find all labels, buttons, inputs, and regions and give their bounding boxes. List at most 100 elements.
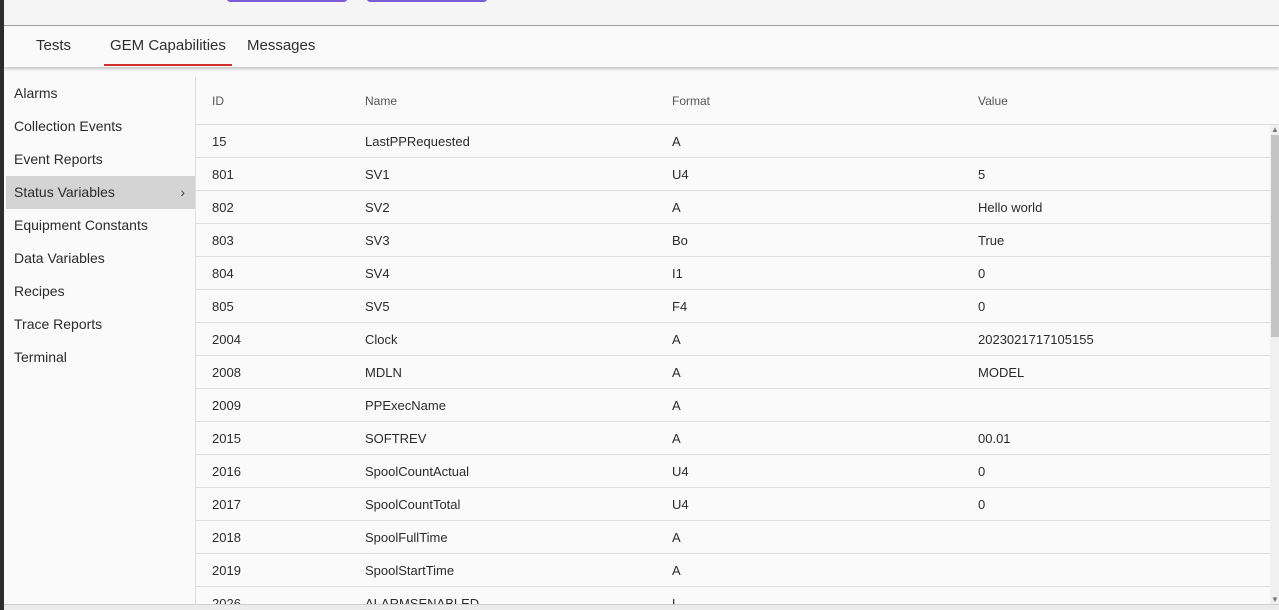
table-row[interactable]: 2017 SpoolCountTotal U4 0: [196, 488, 1270, 521]
cell-format: Bo: [672, 233, 688, 248]
table-row[interactable]: 803 SV3 Bo True: [196, 224, 1270, 257]
bottom-edge: [4, 604, 1279, 610]
cell-format: A: [672, 530, 681, 545]
cell-format: A: [672, 134, 681, 149]
toolbar-button-2[interactable]: [367, 0, 487, 2]
column-header-format[interactable]: Format: [672, 94, 710, 108]
table-row[interactable]: 804 SV4 I1 0: [196, 257, 1270, 290]
table-row[interactable]: 802 SV2 A Hello world: [196, 191, 1270, 224]
sidebar-item-label: Recipes: [14, 283, 65, 299]
sidebar-item-trace-reports[interactable]: Trace Reports: [6, 308, 195, 341]
cell-value: 0: [978, 299, 986, 314]
cell-id: 15: [212, 134, 227, 149]
column-header-value[interactable]: Value: [978, 94, 1008, 108]
table-row[interactable]: 2009 PPExecName A: [196, 389, 1270, 422]
cell-name: SV3: [365, 233, 390, 248]
column-header-name[interactable]: Name: [365, 94, 397, 108]
sidebar-item-collection-events[interactable]: Collection Events: [6, 110, 195, 143]
cell-format: U4: [672, 497, 689, 512]
cell-id: 2017: [212, 497, 241, 512]
cell-format: A: [672, 332, 681, 347]
window-left-edge: [0, 0, 4, 610]
sidebar-item-label: Data Variables: [14, 250, 105, 266]
sidebar-item-label: Status Variables: [14, 184, 115, 200]
cell-name: Clock: [365, 332, 398, 347]
cell-format: U4: [672, 167, 689, 182]
sidebar-item-label: Event Reports: [14, 151, 103, 167]
cell-id: 2004: [212, 332, 241, 347]
sidebar-item-label: Equipment Constants: [14, 217, 148, 233]
cell-name: LastPPRequested: [365, 134, 470, 149]
cell-name: SV4: [365, 266, 390, 281]
cell-value: MODEL: [978, 365, 1025, 380]
table-body: 15 LastPPRequested A 801 SV1 U4 5 802 SV2 A Hell…: [196, 125, 1270, 610]
cell-id: 2015: [212, 431, 241, 446]
sidebar-item-status-variables[interactable]: Status Variables ›: [6, 176, 195, 209]
cell-name: SOFTREV: [365, 431, 427, 446]
table-row[interactable]: 2019 SpoolStartTime A: [196, 554, 1270, 587]
tab-tests[interactable]: Tests: [30, 27, 77, 67]
top-toolbar: [4, 0, 1279, 26]
table-row[interactable]: 801 SV1 U4 5: [196, 158, 1270, 191]
table-row[interactable]: 805 SV5 F4 0: [196, 290, 1270, 323]
cell-format: I1: [672, 266, 683, 281]
table-row[interactable]: 2008 MDLN A MODEL: [196, 356, 1270, 389]
cell-format: A: [672, 398, 681, 413]
sidebar: Alarms Collection Events Event Reports S…: [6, 77, 195, 610]
table-header: ID Name Format Value: [196, 77, 1279, 125]
cell-format: U4: [672, 464, 689, 479]
cell-name: PPExecName: [365, 398, 446, 413]
chevron-right-icon: ›: [180, 184, 185, 200]
sidebar-item-label: Alarms: [14, 85, 58, 101]
cell-value: 2023021717105155: [978, 332, 1094, 347]
cell-value: 00.01: [978, 431, 1011, 446]
cell-value: 0: [978, 266, 986, 281]
sidebar-item-data-variables[interactable]: Data Variables: [6, 242, 195, 275]
sidebar-item-alarms[interactable]: Alarms: [6, 77, 195, 110]
cell-name: SV5: [365, 299, 390, 314]
table-row[interactable]: 2004 Clock A 2023021717105155: [196, 323, 1270, 356]
cell-value: Hello world: [978, 200, 1043, 215]
cell-id: 2016: [212, 464, 241, 479]
sidebar-item-terminal[interactable]: Terminal: [6, 341, 195, 374]
cell-id: 2018: [212, 530, 241, 545]
cell-id: 2008: [212, 365, 241, 380]
status-variables-table: ID Name Format Value 15 LastPPRequested A …: [195, 77, 1279, 610]
cell-name: SV1: [365, 167, 390, 182]
scrollbar-thumb[interactable]: [1271, 135, 1279, 337]
cell-id: 803: [212, 233, 234, 248]
cell-name: SpoolCountTotal: [365, 497, 461, 512]
tab-messages[interactable]: Messages: [241, 27, 321, 67]
sidebar-item-recipes[interactable]: Recipes: [6, 275, 195, 308]
table-row[interactable]: 2018 SpoolFullTime A: [196, 521, 1270, 554]
sidebar-item-label: Collection Events: [14, 118, 123, 134]
toolbar-button-1[interactable]: [227, 0, 347, 2]
column-header-id[interactable]: ID: [212, 94, 224, 108]
cell-name: SpoolFullTime: [365, 530, 448, 545]
table-row[interactable]: 2015 SOFTREV A 00.01: [196, 422, 1270, 455]
vertical-scrollbar[interactable]: ▲ ▼: [1270, 125, 1279, 605]
cell-value: 5: [978, 167, 986, 182]
sidebar-item-event-reports[interactable]: Event Reports: [6, 143, 195, 176]
cell-format: A: [672, 200, 681, 215]
scroll-up-arrow-icon[interactable]: ▲: [1270, 125, 1279, 135]
sidebar-item-label: Trace Reports: [14, 316, 103, 332]
cell-name: SpoolCountActual: [365, 464, 470, 479]
cell-id: 801: [212, 167, 234, 182]
cell-format: A: [672, 431, 681, 446]
cell-name: SV2: [365, 200, 390, 215]
cell-value: True: [978, 233, 1005, 248]
cell-name: SpoolStartTime: [365, 563, 455, 578]
cell-id: 2009: [212, 398, 241, 413]
cell-id: 804: [212, 266, 234, 281]
sidebar-item-label: Terminal: [14, 349, 67, 365]
cell-format: A: [672, 365, 681, 380]
table-row[interactable]: 15 LastPPRequested A: [196, 125, 1270, 158]
table-row[interactable]: 2016 SpoolCountActual U4 0: [196, 455, 1270, 488]
cell-format: A: [672, 563, 681, 578]
sidebar-item-equipment-constants[interactable]: Equipment Constants: [6, 209, 195, 242]
tab-gem-capabilities[interactable]: GEM Capabilities: [104, 27, 232, 66]
cell-value: 0: [978, 464, 986, 479]
cell-id: 2019: [212, 563, 241, 578]
cell-id: 802: [212, 200, 234, 215]
